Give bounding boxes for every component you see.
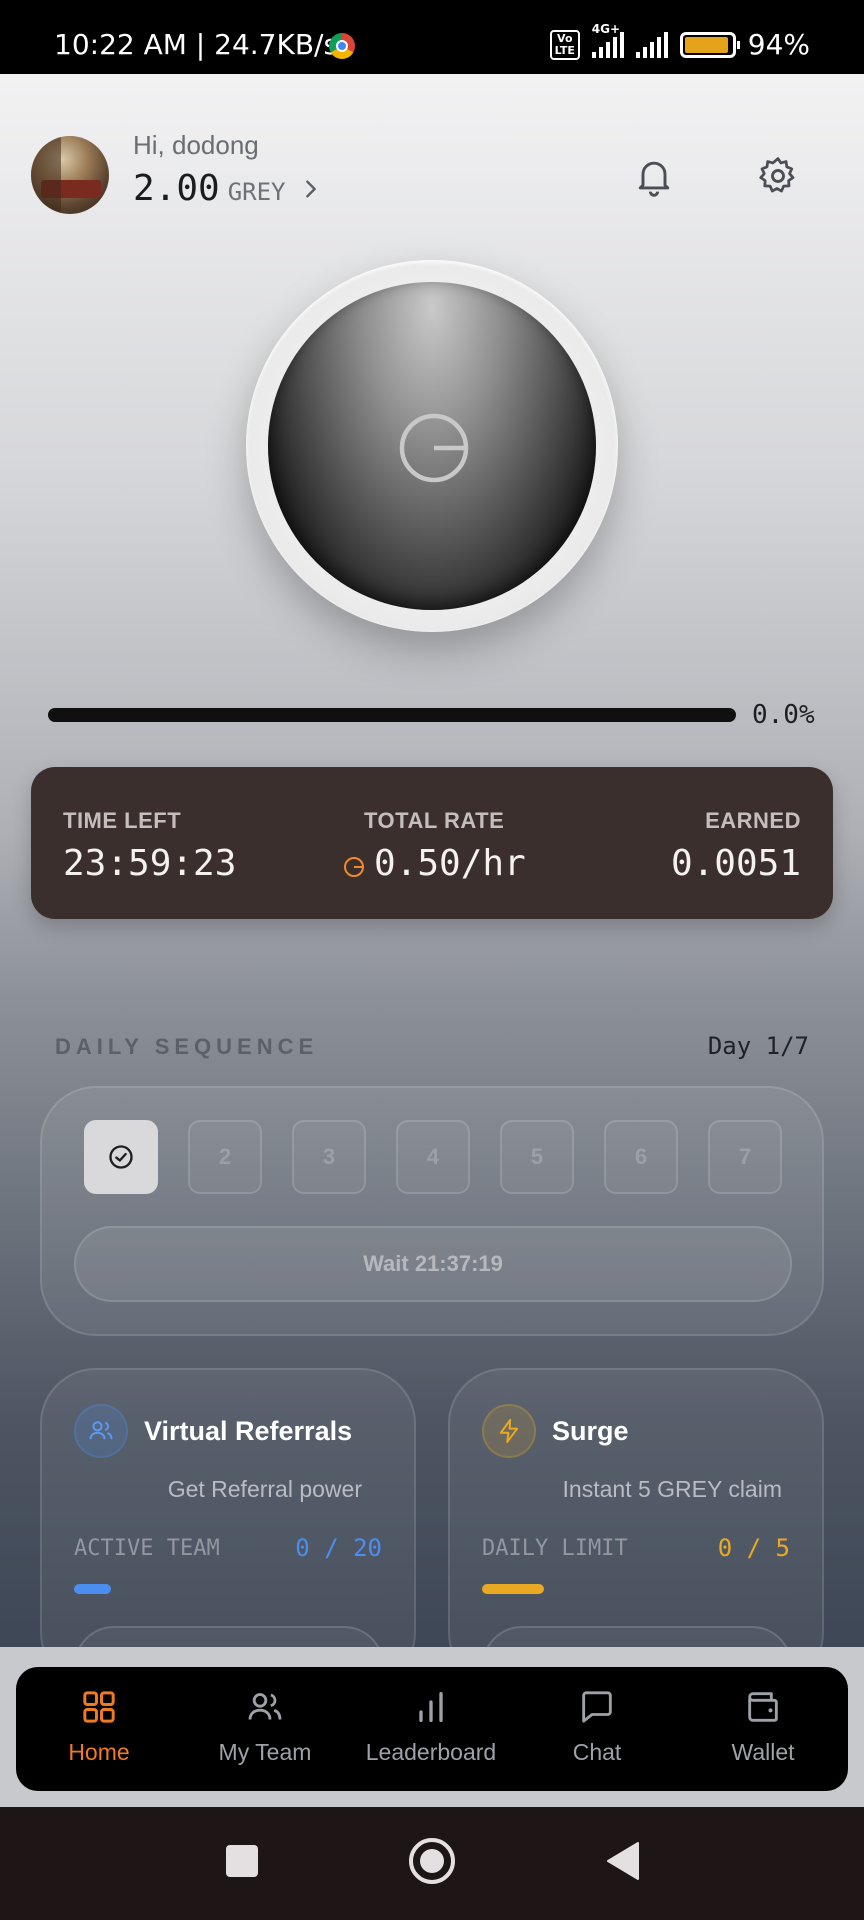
bell-icon[interactable] [632, 154, 676, 198]
nav-my-team-label: My Team [218, 1739, 312, 1765]
daily-limit-value: 0 / 5 [717, 1534, 790, 1562]
balance-amount: 2.00 [133, 168, 220, 209]
nav-chat[interactable]: Chat [514, 1687, 680, 1777]
home-icon[interactable] [408, 1837, 456, 1885]
gear-icon[interactable] [756, 154, 800, 198]
app-screen: Hi, dodong 2.00 GREY 0.0% TIME LEFT 23:5… [0, 74, 864, 1647]
day-box-4: 4 [396, 1120, 470, 1194]
check-circle-icon [109, 1145, 133, 1169]
system-navigation-bar [0, 1807, 864, 1920]
status-indicators: Vo LTE 4G+ 94% [549, 22, 810, 61]
stats-card: TIME LEFT 23:59:23 TOTAL RATE 0.50/hr EA… [31, 767, 833, 919]
day-box-6: 6 [604, 1120, 678, 1194]
time-left-value: 23:59:23 [63, 843, 237, 884]
mining-orb [268, 282, 596, 610]
referrals-title: Virtual Referrals [144, 1416, 353, 1446]
day-box-1 [84, 1120, 158, 1194]
referrals-subtitle: Get Referral power [167, 1476, 362, 1502]
lightning-icon [482, 1404, 536, 1458]
chat-icon [582, 1691, 612, 1723]
avatar[interactable] [31, 136, 109, 214]
chrome-icon [329, 33, 355, 59]
day-box-3: 3 [292, 1120, 366, 1194]
bottom-nav: Home My Team Leaderboard Chat Wallet [16, 1667, 848, 1791]
surge-subtitle: Instant 5 GREY claim [562, 1476, 782, 1502]
surge-claim-button[interactable] [482, 1626, 792, 1647]
grid-icon [83, 1691, 115, 1723]
daily-limit-label: DAILY LIMIT [482, 1536, 628, 1561]
daily-sequence-title: DAILY SEQUENCE [55, 1034, 319, 1059]
earned-label: EARNED [705, 808, 801, 833]
earned-value: 0.0051 [670, 843, 801, 884]
greeting: Hi, dodong [133, 130, 259, 160]
mining-progress-text: 0.0% [752, 700, 815, 730]
balance-currency: GREY [227, 178, 286, 206]
nav-leaderboard-label: Leaderboard [365, 1739, 497, 1765]
network-speed: 24.7KB/s [214, 28, 339, 61]
active-team-progress [74, 1584, 384, 1594]
signal-icon [635, 31, 668, 58]
nav-wallet-label: Wallet [731, 1739, 795, 1765]
nav-wallet[interactable]: Wallet [680, 1687, 846, 1777]
day-box-7: 7 [708, 1120, 782, 1194]
users-icon [74, 1404, 128, 1458]
time-left-label: TIME LEFT [63, 808, 182, 833]
referrals-action-button[interactable] [74, 1626, 384, 1647]
nav-chat-label: Chat [572, 1739, 622, 1765]
daily-sequence-day: Day 1/7 [707, 1032, 809, 1060]
users-icon [248, 1693, 282, 1720]
active-team-value: 0 / 20 [295, 1534, 382, 1562]
surge-card[interactable]: Surge Instant 5 GREY claim DAILY LIMIT 0… [448, 1368, 824, 1647]
volte-icon: Vo LTE [549, 29, 580, 60]
bar-chart-icon [419, 1692, 443, 1722]
claim-wait-button[interactable]: Wait 21:37:19 [74, 1226, 792, 1302]
wallet-icon [748, 1692, 778, 1722]
back-icon[interactable] [602, 1839, 642, 1883]
nav-home[interactable]: Home [16, 1687, 182, 1777]
day-box-5: 5 [500, 1120, 574, 1194]
status-bar: 10:22 AM | 24.7KB/s Vo LTE 4G+ 94% [0, 0, 864, 74]
nav-leaderboard[interactable]: Leaderboard [348, 1687, 514, 1777]
battery-percent: 94% [747, 28, 810, 61]
rate-label: TOTAL RATE [364, 808, 505, 833]
signal-4g-icon: 4G+ [591, 22, 624, 58]
network-type: 4G+ [591, 21, 621, 36]
surge-title: Surge [552, 1416, 629, 1446]
rate-value: 0.50/hr [374, 843, 526, 884]
mining-progress-bar [48, 708, 736, 722]
clock: 10:22 AM [54, 28, 187, 61]
chevron-right-icon [305, 180, 316, 198]
nav-home-label: Home [68, 1739, 130, 1765]
recents-icon[interactable] [222, 1841, 262, 1881]
status-time-speed: 10:22 AM | 24.7KB/s [54, 28, 339, 61]
active-team-label: ACTIVE TEAM [74, 1536, 220, 1561]
day-box-2: 2 [188, 1120, 262, 1194]
nav-my-team[interactable]: My Team [182, 1687, 348, 1777]
daily-limit-progress [482, 1584, 792, 1594]
grey-logo-icon [399, 413, 469, 483]
daily-sequence-card: 2 3 4 5 6 7 Wait 21:37:19 [40, 1086, 824, 1336]
mining-button[interactable] [246, 260, 618, 632]
balance-link[interactable]: 2.00 GREY [133, 168, 322, 209]
battery-icon [679, 31, 740, 58]
virtual-referrals-card[interactable]: Virtual Referrals Get Referral power ACT… [40, 1368, 416, 1647]
grey-coin-icon [344, 857, 364, 877]
